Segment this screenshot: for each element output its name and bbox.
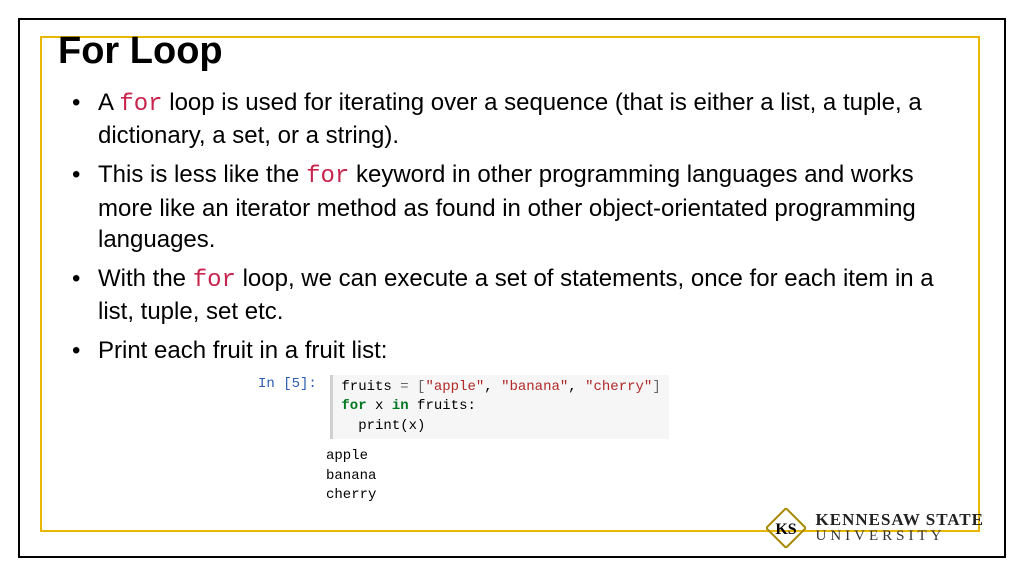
logo-text: KENNESAW STATE UNIVERSITY [816, 511, 984, 545]
bullet-text: This is less like the [98, 161, 306, 188]
code-cell: fruits = ["apple", "banana", "cherry"] f… [330, 375, 668, 440]
code-line: print(x) [341, 417, 660, 437]
bullet-list: A for loop is used for iterating over a … [58, 87, 974, 367]
code-output: apple banana cherry [326, 447, 974, 506]
bullet-item: This is less like the for keyword in oth… [98, 159, 974, 255]
logo-line2: UNIVERSITY [816, 529, 984, 545]
code-example: In [5]: fruits = ["apple", "banana", "ch… [258, 375, 974, 507]
university-logo: KS KENNESAW STATE UNIVERSITY [766, 508, 984, 548]
bullet-item: Print each fruit in a fruit list: [98, 335, 974, 366]
jupyter-in-label: In [5]: [258, 375, 322, 395]
logo-line1: KENNESAW STATE [816, 511, 984, 529]
bullet-text: loop is used for iterating over a sequen… [98, 89, 922, 149]
bullet-item: With the for loop, we can execute a set … [98, 263, 974, 327]
bullet-text: Print each fruit in a fruit list: [98, 337, 387, 364]
bullet-text: A [98, 89, 119, 116]
keyword-for: for [306, 163, 349, 190]
keyword-for: for [193, 267, 236, 294]
keyword-for: for [119, 91, 162, 118]
ksu-logo-icon: KS [766, 508, 806, 548]
slide-content: For Loop A for loop is used for iteratin… [58, 30, 974, 506]
code-line: for x in fruits: [341, 397, 660, 417]
bullet-item: A for loop is used for iterating over a … [98, 87, 974, 151]
code-line: fruits = ["apple", "banana", "cherry"] [341, 378, 660, 398]
svg-text:KS: KS [775, 521, 796, 538]
slide-title: For Loop [58, 30, 974, 73]
bullet-text: With the [98, 265, 193, 292]
